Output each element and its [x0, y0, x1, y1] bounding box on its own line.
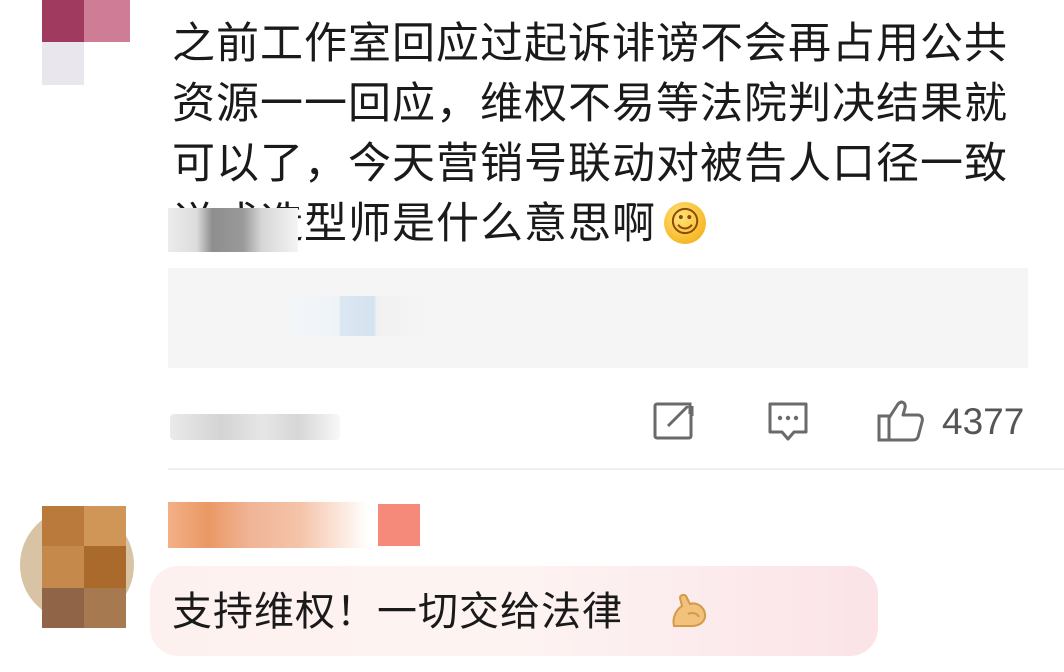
thumbs-up-icon[interactable] — [876, 396, 926, 446]
divider — [168, 468, 1064, 470]
blurred-text-overlay — [168, 208, 298, 252]
timestamp-blurred — [170, 414, 340, 440]
blurred-quote-content — [290, 296, 430, 336]
smile-emoji-icon: ☺ — [664, 202, 706, 244]
comment-text: 之前工作室回应过起诉诽谤不会再占用公共资源一一回应，维权不易等法院判决结果就可以… — [172, 19, 1008, 249]
avatar-mosaic — [42, 506, 126, 628]
username-blurred[interactable] — [168, 502, 368, 548]
like-count: 4377 — [942, 401, 1025, 442]
user-badge-blurred — [378, 504, 420, 546]
avatar-blurred[interactable] — [0, 0, 130, 85]
flexed-biceps-icon — [672, 593, 707, 627]
share-icon[interactable] — [652, 396, 696, 446]
reply-text: 支持维权！一切交给法律 — [172, 589, 623, 635]
comment-icon[interactable] — [766, 396, 810, 446]
